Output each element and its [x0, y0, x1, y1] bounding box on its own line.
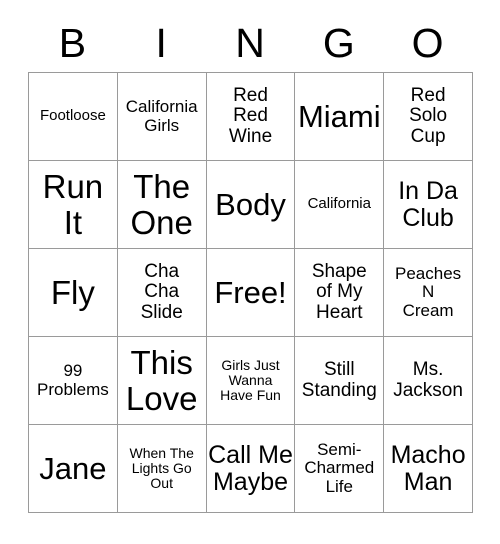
bingo-cell[interactable]: Shape of My Heart [295, 249, 385, 337]
bingo-header: B I N G O [28, 14, 472, 72]
bingo-cell[interactable]: Semi- Charmed Life [295, 425, 385, 513]
bingo-cell-label: Footloose [39, 107, 106, 125]
bingo-cell-label: Peaches N Cream [395, 263, 462, 320]
header-letter-b: B [58, 19, 87, 66]
bingo-cell[interactable]: Ms. Jackson [384, 337, 473, 425]
bingo-row: Run It The One Body California In Da Clu… [29, 161, 473, 249]
bingo-cell[interactable]: Body [206, 161, 296, 249]
bingo-cell[interactable]: Macho Man [384, 425, 473, 513]
bingo-row: Fly Cha Cha Slide Free! Shape of My Hear… [29, 249, 473, 337]
bingo-cell[interactable]: Run It [29, 161, 118, 249]
bingo-row: Jane When The Lights Go Out Call Me Mayb… [29, 425, 473, 513]
bingo-cell[interactable]: Red Solo Cup [384, 73, 473, 161]
bingo-cell[interactable]: 99 Problems [29, 337, 118, 425]
bingo-cell-free[interactable]: Free! [206, 249, 296, 337]
bingo-cell-label: Semi- Charmed Life [304, 439, 375, 496]
bingo-cell[interactable]: Peaches N Cream [384, 249, 473, 337]
bingo-cell-label: Girls Just Wanna Have Fun [220, 356, 281, 404]
bingo-cell-label: Miami [297, 98, 381, 134]
header-letter-o: O [411, 19, 444, 66]
bingo-cell-label: Call Me Maybe [208, 440, 293, 496]
bingo-cell[interactable]: The One [117, 161, 207, 249]
header-letter-i: I [155, 19, 167, 66]
bingo-row: 99 Problems This Love Girls Just Wanna H… [29, 337, 473, 425]
bingo-cell-label: California [307, 195, 371, 213]
bingo-cell-label: Cha Cha Slide [140, 260, 183, 323]
bingo-cell[interactable]: Jane [29, 425, 118, 513]
bingo-cell-label: The One [130, 167, 193, 241]
bingo-cell-label: In Da Club [398, 176, 458, 232]
bingo-cell[interactable]: This Love [117, 337, 207, 425]
bingo-cell-label: When The Lights Go Out [129, 444, 194, 492]
bingo-cell-label: Fly [50, 273, 95, 311]
bingo-cell[interactable]: Cha Cha Slide [117, 249, 207, 337]
bingo-cell-label: Free! [214, 274, 287, 310]
bingo-cell[interactable]: Girls Just Wanna Have Fun [206, 337, 296, 425]
bingo-cell-label: Red Solo Cup [409, 84, 448, 147]
bingo-cell[interactable]: Miami [295, 73, 385, 161]
bingo-cell[interactable]: When The Lights Go Out [117, 425, 207, 513]
bingo-cell-label: Shape of My Heart [311, 260, 367, 323]
bingo-cell[interactable]: California [295, 161, 385, 249]
bingo-cell-label: This Love [125, 343, 198, 417]
bingo-cell-label: Jane [39, 450, 107, 486]
bingo-row: Footloose California Girls Red Red Wine … [29, 73, 473, 161]
header-letter-n: N [235, 19, 265, 66]
bingo-cell-label: Red Red Wine [228, 84, 273, 147]
bingo-cell[interactable]: Red Red Wine [206, 73, 296, 161]
bingo-cell-label: Macho Man [390, 440, 466, 496]
bingo-cell[interactable]: California Girls [117, 73, 207, 161]
bingo-cell[interactable]: In Da Club [384, 161, 473, 249]
bingo-cell[interactable]: Call Me Maybe [206, 425, 296, 513]
bingo-cell-label: 99 Problems [36, 361, 109, 399]
bingo-card: B I N G O Footloose California Girls Red… [28, 14, 473, 513]
bingo-cell-label: Ms. Jackson [393, 358, 463, 401]
bingo-cell[interactable]: Footloose [29, 73, 118, 161]
bingo-grid: Footloose California Girls Red Red Wine … [28, 72, 473, 513]
bingo-cell-label: Run It [42, 167, 104, 241]
bingo-cell-label: Body [215, 186, 286, 222]
bingo-cell[interactable]: Still Standing [295, 337, 385, 425]
bingo-cell-label: California Girls [125, 97, 198, 135]
header-letter-g: G [322, 19, 355, 66]
bingo-cell-label: Still Standing [301, 358, 377, 401]
bingo-cell[interactable]: Fly [29, 249, 118, 337]
